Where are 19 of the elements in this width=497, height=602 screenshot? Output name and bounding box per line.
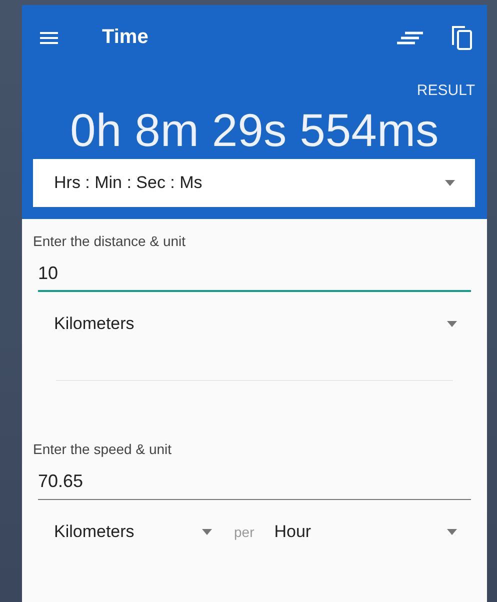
unit-dropdown[interactable]: Kilometers (54, 522, 212, 542)
caret-icon (445, 180, 455, 186)
field-label: Enter the distance & unit (33, 233, 187, 249)
caret-icon (202, 529, 212, 535)
field-label: Enter the speed & unit (33, 441, 173, 457)
number-field[interactable]: 70.65 (38, 461, 471, 500)
lines-icon[interactable] (397, 30, 423, 44)
format-dropdown[interactable]: Hrs : Min : Sec : Ms (33, 159, 475, 207)
unit-dropdown[interactable]: Hour (274, 522, 457, 542)
copy-icon[interactable] (451, 24, 473, 50)
per-label: per (234, 524, 254, 540)
unit-dropdown[interactable]: Kilometers (54, 314, 457, 334)
result-caption: RESULT (416, 82, 476, 99)
result-value: 0h 8m 29s 554ms (69, 103, 440, 157)
app-title: Time (102, 26, 150, 49)
caret-icon (447, 529, 457, 535)
number-field[interactable]: 10 (38, 253, 471, 292)
caret-icon (447, 321, 457, 327)
menu-icon[interactable] (40, 32, 58, 44)
